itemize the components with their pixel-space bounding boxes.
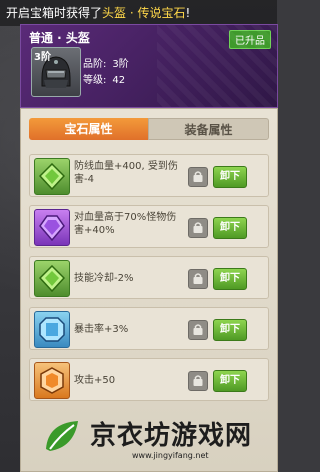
item-header: 普通 · 头盔 已升品 3阶 品阶: 3阶 等级: 42 [20, 24, 278, 108]
upgraded-badge: 已升品 [229, 30, 271, 49]
gem-desc: 防线血量+400, 受到伤害-4 [74, 161, 178, 185]
tab-gem-attributes[interactable]: 宝石属性 [29, 118, 148, 140]
green-gem-icon [39, 265, 65, 292]
attribute-tabs: 宝石属性 装备属性 [29, 118, 269, 140]
gem-row: 技能冷却-2% 卸下 [29, 256, 269, 299]
lock-icon [193, 171, 203, 182]
watermark-title: 京衣坊游戏网 [90, 421, 253, 451]
gem-row: 防线血量+400, 受到伤害-4 卸下 [29, 154, 269, 197]
site-watermark: 京衣坊游戏网 www.jingyifang.net [40, 415, 251, 465]
tier-tag: 3阶 [34, 52, 51, 63]
green-gem-icon [39, 163, 65, 190]
item-name: 普通 · 头盔 [29, 31, 90, 45]
gem-desc: 暴击率+3% [74, 324, 129, 335]
blue-gem-icon [39, 317, 65, 342]
unequip-button[interactable]: 卸下 [213, 319, 247, 341]
gem-slot [34, 158, 70, 195]
leaf-logo-icon [46, 421, 78, 451]
lock-button[interactable] [188, 167, 208, 187]
lock-button[interactable] [188, 371, 208, 391]
gem-desc: 攻击+50 [74, 375, 116, 386]
notice-highlight: 头盔 · 传说宝石 [102, 6, 186, 20]
notice-suffix: ! [185, 6, 191, 20]
lock-icon [193, 375, 203, 386]
gem-slot [34, 311, 70, 348]
purple-gem-icon [39, 215, 65, 241]
unequip-button[interactable]: 卸下 [213, 370, 247, 392]
unequip-button[interactable]: 卸下 [213, 268, 247, 290]
lock-icon [193, 222, 203, 233]
quality-value: 3阶 [112, 59, 129, 70]
level-label: 等级: [83, 75, 107, 86]
level-row: 等级: 42 [83, 71, 125, 86]
lock-icon [193, 324, 203, 335]
item-detail-panel: 普通 · 头盔 已升品 3阶 品阶: 3阶 等级: 42 宝石属性 装备属性 防线血… [20, 24, 278, 472]
tab-equipment-attributes[interactable]: 装备属性 [148, 118, 269, 140]
helmet-portrait: 3阶 [31, 47, 81, 97]
lock-button[interactable] [188, 218, 208, 238]
unequip-button[interactable]: 卸下 [213, 217, 247, 239]
gem-row: 对血量高于70%怪物伤害+40% 卸下 [29, 205, 269, 248]
lock-button[interactable] [188, 269, 208, 289]
orange-gem-icon [40, 367, 64, 394]
level-value: 42 [112, 75, 126, 86]
watermark-url: www.jingyifang.net [132, 451, 209, 460]
gem-slot [34, 260, 70, 297]
lock-icon [193, 273, 203, 284]
gem-row: 攻击+50 卸下 [29, 358, 269, 401]
lock-button[interactable] [188, 320, 208, 340]
unequip-button[interactable]: 卸下 [213, 166, 247, 188]
gem-desc: 技能冷却-2% [74, 273, 134, 284]
quality-row: 品阶: 3阶 [83, 55, 129, 70]
notice-prefix: 开启宝箱时获得了 [6, 6, 103, 20]
gem-slot [34, 362, 70, 399]
gem-row: 暴击率+3% 卸下 [29, 307, 269, 350]
chest-reward-notice: 开启宝箱时获得了头盔 · 传说宝石! [0, 0, 277, 26]
gem-slot [34, 209, 70, 246]
gem-desc: 对血量高于70%怪物伤害+40% [74, 212, 177, 236]
quality-label: 品阶: [83, 59, 107, 70]
